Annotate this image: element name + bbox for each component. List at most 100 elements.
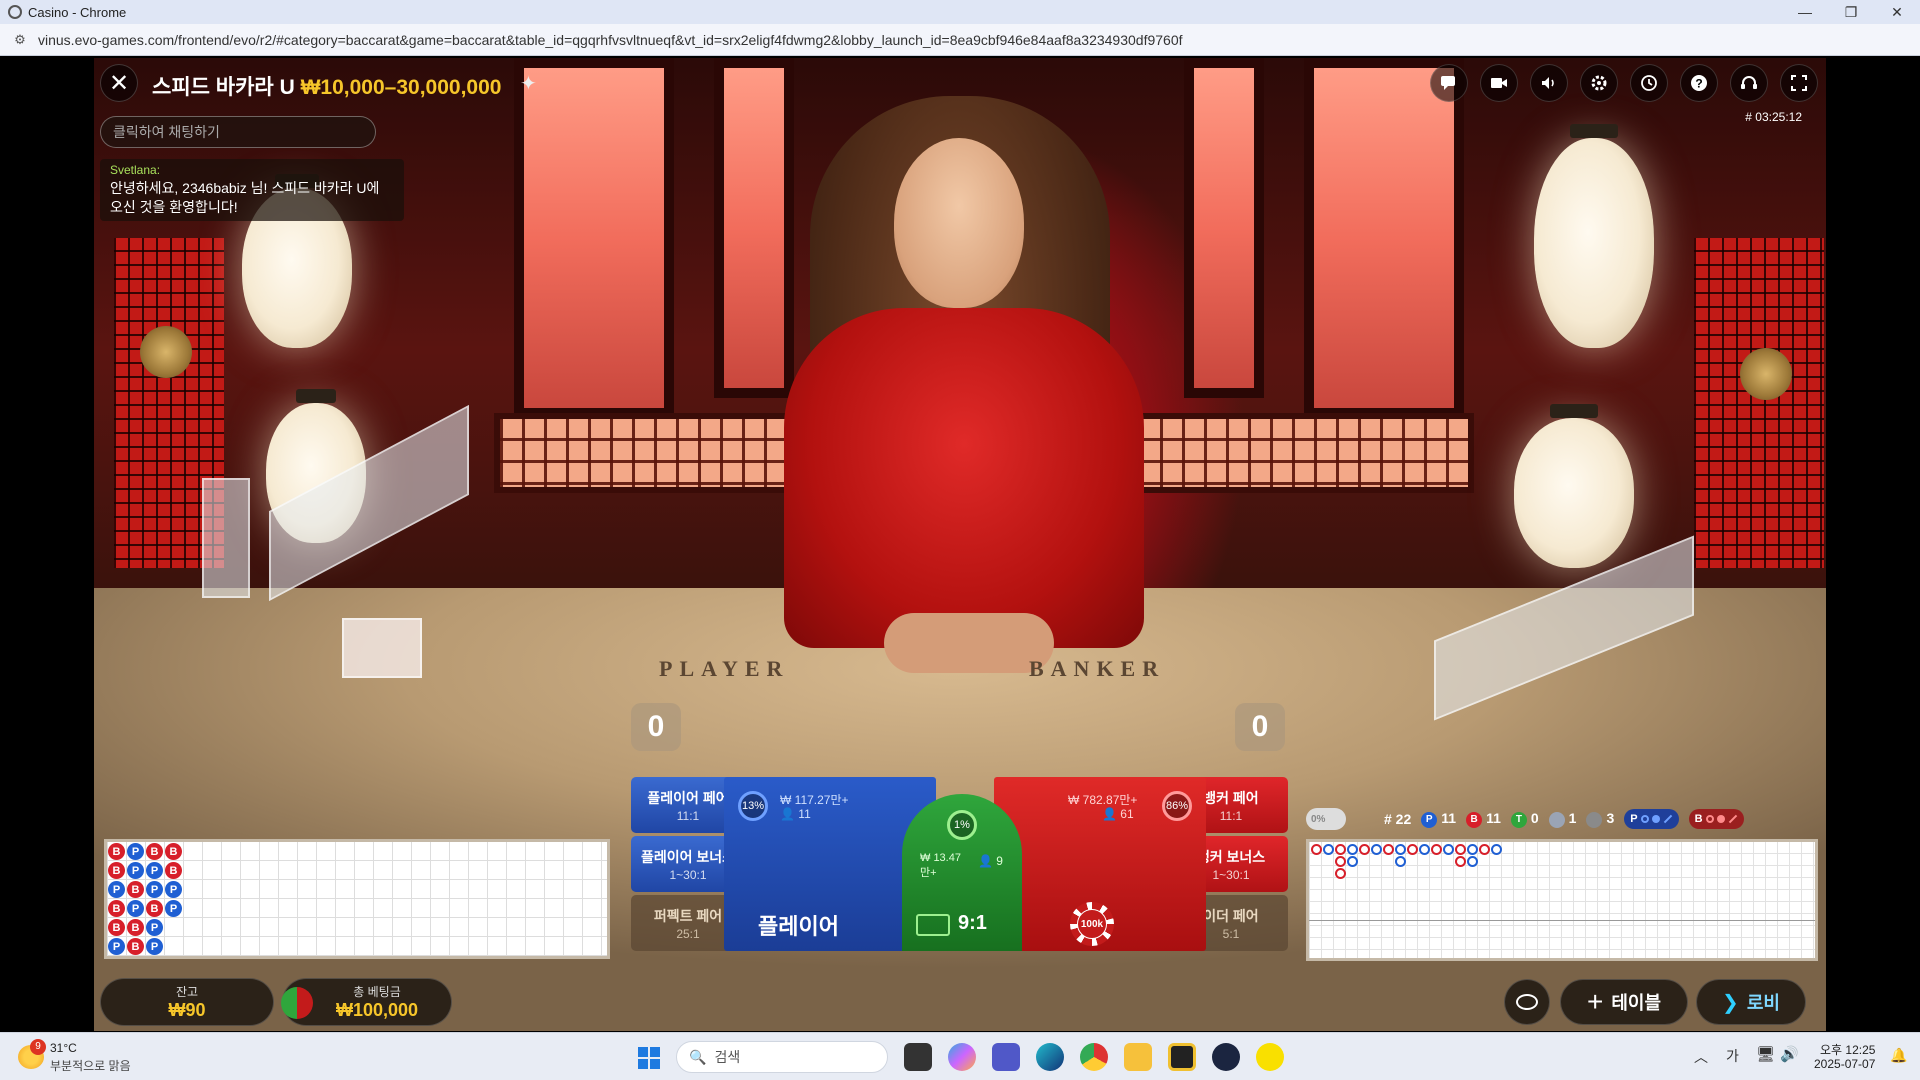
table-limits: ₩10,000–30,000,000	[300, 76, 502, 99]
banker-amount: ₩ 782.87만+	[1068, 793, 1138, 807]
task-view-icon[interactable]	[904, 1043, 932, 1071]
tie-dot: T	[1510, 811, 1527, 828]
bead-result: B	[146, 900, 163, 917]
total-bet-display: 총 베팅금 ₩100,000	[281, 978, 452, 1026]
address-bar[interactable]: ⚙ vinus.evo-games.com/frontend/evo/r2/#c…	[0, 24, 1920, 56]
support-button[interactable]	[1730, 64, 1768, 102]
discard-box	[342, 618, 422, 678]
big-road-result	[1479, 844, 1490, 855]
file-explorer-icon[interactable]	[1124, 1043, 1152, 1071]
tie-wins: T0	[1510, 810, 1539, 828]
card-holder	[202, 478, 250, 598]
taskbar-search[interactable]: 🔍 검색	[676, 1041, 888, 1073]
clock-time[interactable]: 오후 12:25	[1820, 1041, 1875, 1058]
big-road-result	[1383, 844, 1394, 855]
close-window-button[interactable]: ✕	[1874, 0, 1920, 24]
big-road-result	[1395, 856, 1406, 867]
url-text[interactable]: vinus.evo-games.com/frontend/evo/r2/#cat…	[38, 32, 1183, 48]
big-road-result	[1431, 844, 1442, 855]
pin-icon[interactable]: ✦	[520, 71, 537, 96]
cockroach-icon	[1728, 814, 1737, 824]
settings-button[interactable]	[1580, 64, 1618, 102]
bet-label: 뱅커 보너스	[1196, 848, 1266, 865]
window-title: Casino - Chrome	[28, 4, 127, 20]
volume-icon[interactable]: 🔊	[1780, 1045, 1799, 1063]
player-wins: P 11	[1421, 810, 1456, 828]
bead-result: P	[146, 862, 163, 879]
big-road-result	[1311, 844, 1322, 855]
add-table-label: 테이블	[1611, 993, 1662, 1013]
lobby-button[interactable]: ❯ 로비	[1696, 979, 1806, 1025]
tie-percent: 1%	[947, 810, 977, 840]
sticky-notes-icon[interactable]	[1168, 1043, 1196, 1071]
video-button[interactable]	[1480, 64, 1518, 102]
fullscreen-icon	[1791, 75, 1807, 91]
app-icon[interactable]	[1212, 1043, 1240, 1071]
big-road-result	[1335, 868, 1346, 879]
player-predict[interactable]: P	[1624, 809, 1679, 829]
tie-bet[interactable]: 1% ₩ 13.47 만+ 👤 9 9:1	[902, 794, 1022, 951]
big-road-result	[1335, 856, 1346, 867]
user-icon: 👤	[978, 854, 997, 868]
bead-result: B	[108, 900, 125, 917]
chat-toggle-button[interactable]	[1504, 979, 1550, 1025]
balance-display: 잔고 ₩90	[100, 978, 274, 1026]
lantern	[1534, 124, 1654, 348]
fullscreen-button[interactable]	[1780, 64, 1818, 102]
search-icon: 🔍	[689, 1048, 707, 1065]
sound-button[interactable]	[1530, 64, 1568, 102]
player-percent: 13%	[738, 791, 768, 821]
table-title: 스피드 바카라 U ₩10,000–30,000,000	[152, 71, 501, 101]
chip-100k[interactable]: 100k	[1070, 902, 1114, 946]
windows-start-icon[interactable]	[638, 1047, 660, 1069]
user-icon: 👤	[1102, 807, 1121, 821]
banker-predict[interactable]: B	[1688, 809, 1744, 829]
cards-icon	[916, 914, 950, 936]
big-road-result	[1371, 844, 1382, 855]
speech-icon	[1516, 994, 1538, 1010]
chat-username: Svetlana:	[110, 163, 161, 177]
ime-indicator[interactable]: 가	[1726, 1046, 1739, 1066]
chat-input[interactable]: 클릭하여 채팅하기	[100, 116, 376, 148]
site-info-icon[interactable]: ⚙	[10, 32, 30, 48]
clock-date[interactable]: 2025-07-07	[1814, 1057, 1875, 1071]
bead-road[interactable]: BPBBBPPBPBPPBPBPBBPPBP	[104, 839, 610, 959]
notification-bell-icon[interactable]: 🔔	[1890, 1047, 1907, 1064]
tray-chevron-icon[interactable]: ︿	[1694, 1047, 1708, 1067]
history-button[interactable]	[1630, 64, 1668, 102]
lobby-icon: ❯	[1722, 991, 1739, 1014]
window-panel	[1184, 58, 1264, 398]
big-road[interactable]	[1306, 839, 1818, 961]
bet-odds: 11:1	[1219, 808, 1243, 823]
chat-button[interactable]	[1430, 64, 1468, 102]
copilot-icon[interactable]	[948, 1043, 976, 1071]
bead-result: B	[127, 919, 144, 936]
small-road-icon	[1651, 815, 1660, 823]
svg-text:?: ?	[1695, 77, 1702, 91]
big-road-result	[1467, 856, 1478, 867]
chat-message: Svetlana: 안녕하세요, 2346babiz 님! 스피드 바카라 U에…	[100, 159, 404, 221]
edge-icon[interactable]	[1036, 1043, 1064, 1071]
game-toolbar: ?	[1430, 64, 1818, 102]
bead-result: P	[165, 881, 182, 898]
minimize-button[interactable]: —	[1782, 0, 1828, 24]
user-icon: 👤	[780, 807, 799, 821]
network-icon[interactable]: 🖥	[1756, 1045, 1775, 1063]
bead-result: P	[127, 900, 144, 917]
add-table-button[interactable]: + 테이블	[1560, 979, 1688, 1025]
chrome-taskbar-icon[interactable]	[1080, 1043, 1108, 1071]
dealer-face	[894, 138, 1024, 308]
close-game-button[interactable]: ✕	[100, 64, 138, 102]
bet-label: 플레이어 보너스	[640, 848, 736, 865]
teams-icon[interactable]	[992, 1043, 1020, 1071]
help-button[interactable]: ?	[1680, 64, 1718, 102]
restore-button[interactable]: ❐	[1828, 0, 1874, 24]
tie-odds: 9:1	[958, 912, 987, 934]
bead-result: P	[108, 938, 125, 955]
bead-result: B	[108, 862, 125, 879]
banker-count: 👤 61	[1102, 807, 1134, 821]
bead-result: B	[108, 919, 125, 936]
percent-toggle[interactable]: 0%	[1306, 808, 1346, 830]
kakaotalk-icon[interactable]	[1256, 1043, 1284, 1071]
banker-pair-count: 3	[1586, 810, 1614, 828]
